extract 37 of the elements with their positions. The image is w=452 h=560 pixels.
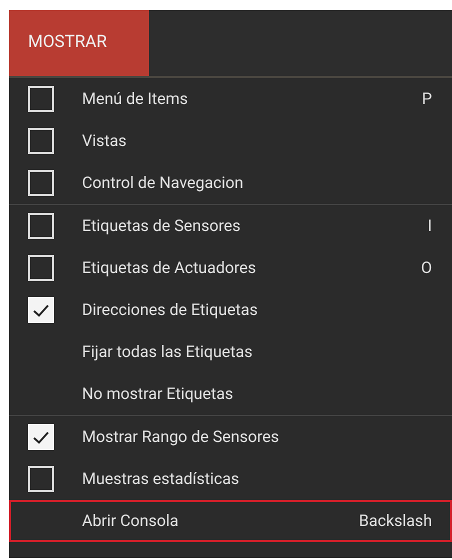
checkbox[interactable] bbox=[28, 213, 54, 239]
checkmark-icon bbox=[33, 430, 49, 444]
shortcut-label: Backslash bbox=[358, 510, 432, 532]
item-label: Etiquetas de Sensores bbox=[82, 215, 242, 237]
item-label: Etiquetas de Actuadores bbox=[82, 257, 257, 279]
menu-tab[interactable]: MOSTRAR bbox=[9, 10, 149, 76]
checkbox[interactable] bbox=[28, 170, 54, 196]
menu-item[interactable]: Muestras estadísticas bbox=[9, 458, 452, 500]
item-label: Control de Navegacion bbox=[82, 172, 244, 194]
checkbox[interactable] bbox=[28, 128, 54, 154]
checkbox[interactable] bbox=[28, 424, 54, 450]
menu-item[interactable]: Vistas bbox=[9, 120, 452, 162]
menu-item[interactable]: No mostrar Etiquetas bbox=[9, 373, 452, 415]
shortcut-label: P bbox=[422, 88, 432, 110]
menu-item[interactable]: Etiquetas de Sensores I bbox=[9, 205, 452, 247]
menu-item[interactable]: Direcciones de Etiquetas bbox=[9, 289, 452, 331]
item-label: Fijar todas las Etiquetas bbox=[82, 341, 254, 363]
menu-item[interactable]: Etiquetas de Actuadores O bbox=[9, 247, 452, 289]
item-label: Mostrar Rango de Sensores bbox=[82, 426, 280, 448]
item-label: Vistas bbox=[82, 130, 128, 152]
menu-item[interactable]: Abrir Consola Backslash bbox=[9, 500, 452, 542]
checkbox[interactable] bbox=[28, 297, 54, 323]
item-label: No mostrar Etiquetas bbox=[82, 383, 234, 405]
menu-item[interactable]: Menú de Items P bbox=[9, 78, 452, 120]
item-label: Direcciones de Etiquetas bbox=[82, 299, 259, 321]
item-label: Muestras estadísticas bbox=[82, 468, 240, 490]
menu-item[interactable]: Mostrar Rango de Sensores bbox=[9, 416, 452, 458]
checkbox[interactable] bbox=[28, 466, 54, 492]
shortcut-label: I bbox=[428, 215, 432, 237]
menu-item[interactable]: Fijar todas las Etiquetas bbox=[9, 331, 452, 373]
menu-item[interactable]: Control de Navegacion bbox=[9, 162, 452, 204]
shortcut-label: O bbox=[420, 257, 432, 279]
item-label: Menú de Items bbox=[82, 88, 189, 110]
item-label: Abrir Consola bbox=[82, 510, 180, 532]
checkbox[interactable] bbox=[28, 255, 54, 281]
checkbox[interactable] bbox=[28, 86, 54, 112]
checkmark-icon bbox=[33, 304, 49, 316]
